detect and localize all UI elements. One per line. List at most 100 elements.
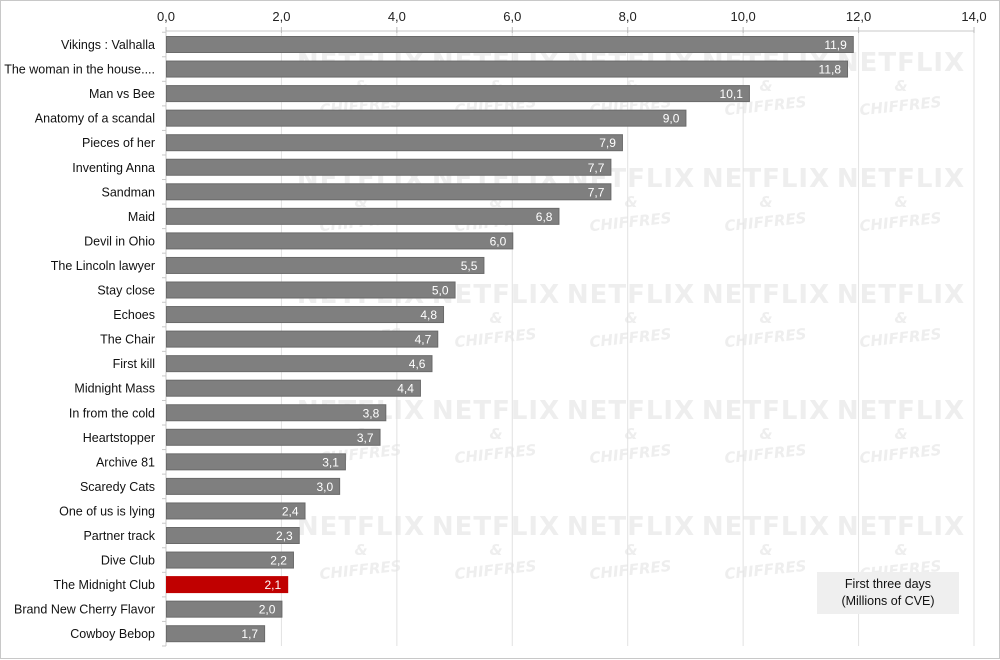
category-label: In from the cold [69, 406, 155, 420]
category-label: Vikings : Valhalla [61, 38, 155, 52]
watermark: NETFLIX&CHIFFRES [702, 164, 829, 235]
bar [166, 60, 849, 78]
watermark-title: NETFLIX [837, 48, 965, 78]
category-label: Pieces of her [82, 136, 155, 150]
watermark: NETFLIX&CHIFFRES [837, 280, 964, 351]
x-tick-label: 6,0 [503, 9, 521, 24]
watermark-title: NETFLIX [837, 512, 965, 542]
category-label: Dive Club [101, 554, 155, 568]
category-label: Sandman [101, 185, 155, 199]
watermark: NETFLIX&CHIFFRES [837, 48, 965, 119]
legend-box: First three days (Millions of CVE) [817, 572, 959, 614]
value-label: 2,3 [276, 529, 293, 543]
watermark-amp: & [759, 77, 772, 95]
watermark-amp: & [894, 193, 907, 211]
bar [166, 207, 560, 225]
bar [166, 158, 612, 176]
category-label: Partner track [83, 529, 155, 543]
watermark-title: NETFLIX [432, 512, 560, 542]
category-label: Brand New Cherry Flavor [14, 603, 155, 617]
value-label: 2,0 [259, 603, 276, 617]
value-label: 1,7 [241, 627, 258, 641]
watermark-title: NETFLIX [702, 512, 830, 542]
watermark-amp: & [759, 541, 772, 559]
watermark: NETFLIX&CHIFFRES [702, 396, 830, 467]
watermark: NETFLIX&CHIFFRES [567, 280, 694, 351]
value-label: 11,9 [824, 38, 847, 52]
watermark-amp: & [354, 541, 367, 559]
value-label: 3,0 [316, 480, 333, 494]
category-label: The Lincoln lawyer [51, 259, 155, 273]
bar [166, 330, 439, 348]
bar [166, 306, 445, 324]
category-label: Midnight Mass [74, 382, 155, 396]
value-label: 3,8 [363, 406, 380, 420]
watermark-sub: CHIFFRES [454, 557, 538, 583]
watermark-sub: CHIFFRES [724, 325, 808, 351]
bar [166, 453, 346, 471]
category-label: The Midnight Club [54, 578, 155, 592]
chart-frame: NETFLIX&CHIFFRESNETFLIX&CHIFFRESNETFLIX&… [0, 0, 1000, 659]
watermark-sub: CHIFFRES [859, 441, 943, 467]
watermark-sub: CHIFFRES [724, 441, 808, 467]
category-label: Cowboy Bebop [70, 627, 155, 641]
watermark-sub: CHIFFRES [454, 441, 538, 467]
watermark-amp: & [624, 309, 637, 327]
category-labels: Vikings : Valhalla The woman in the house… [4, 38, 156, 641]
watermark-sub: CHIFFRES [859, 209, 943, 235]
watermark-amp: & [624, 425, 637, 443]
watermark-title: NETFLIX [567, 512, 695, 542]
watermark: NETFLIX&CHIFFRES [432, 396, 560, 467]
bar [166, 281, 456, 299]
value-label: 4,4 [397, 382, 414, 396]
watermark-title: NETFLIX [297, 512, 425, 542]
watermark-sub: CHIFFRES [859, 325, 943, 351]
watermark-sub: CHIFFRES [319, 557, 403, 583]
category-label: Echoes [113, 308, 155, 322]
watermark-amp: & [894, 541, 907, 559]
legend-line-2: (Millions of CVE) [841, 594, 935, 608]
value-label: 4,8 [420, 308, 437, 322]
watermark-sub: CHIFFRES [724, 209, 808, 235]
value-label: 4,7 [415, 333, 432, 347]
value-label: 7,7 [588, 161, 605, 175]
watermark-title: NETFLIX [702, 396, 830, 426]
value-label: 2,1 [265, 578, 282, 592]
x-tick-label: 8,0 [619, 9, 637, 24]
watermark-title: NETFLIX [567, 396, 695, 426]
value-label: 4,6 [409, 357, 426, 371]
category-label: Archive 81 [96, 455, 155, 469]
bar [166, 183, 612, 201]
category-label: Man vs Bee [89, 87, 155, 101]
bar [166, 36, 854, 53]
value-label: 3,1 [322, 455, 339, 469]
x-tick-label: 0,0 [157, 9, 175, 24]
watermark-amp: & [624, 193, 637, 211]
category-label: The Chair [100, 333, 155, 347]
watermark-amp: & [759, 425, 772, 443]
watermark: NETFLIX&CHIFFRES [567, 396, 695, 467]
watermark: NETFLIX&CHIFFRES [297, 512, 425, 583]
category-label: Scaredy Cats [80, 480, 155, 494]
bar [166, 134, 623, 152]
value-label: 7,9 [599, 136, 616, 150]
category-label: Devil in Ohio [84, 234, 155, 248]
watermark: NETFLIX&CHIFFRES [432, 48, 559, 119]
watermark-amp: & [489, 309, 502, 327]
watermark-title: NETFLIX [702, 280, 830, 310]
watermark-sub: CHIFFRES [589, 325, 673, 351]
x-tick-label: 14,0 [961, 9, 986, 24]
legend-line-1: First three days [844, 577, 932, 591]
watermark-amp: & [624, 541, 637, 559]
watermark-title: NETFLIX [837, 164, 965, 194]
value-label: 9,0 [663, 112, 680, 126]
bar [166, 428, 381, 446]
value-label: 5,0 [432, 284, 449, 298]
watermark-sub: CHIFFRES [589, 209, 673, 235]
watermark-amp: & [894, 77, 907, 95]
watermark-amp: & [894, 425, 907, 443]
x-tick-label: 10,0 [730, 9, 755, 24]
bar [166, 256, 485, 274]
watermark-title: NETFLIX [432, 396, 560, 426]
bar [166, 355, 433, 373]
